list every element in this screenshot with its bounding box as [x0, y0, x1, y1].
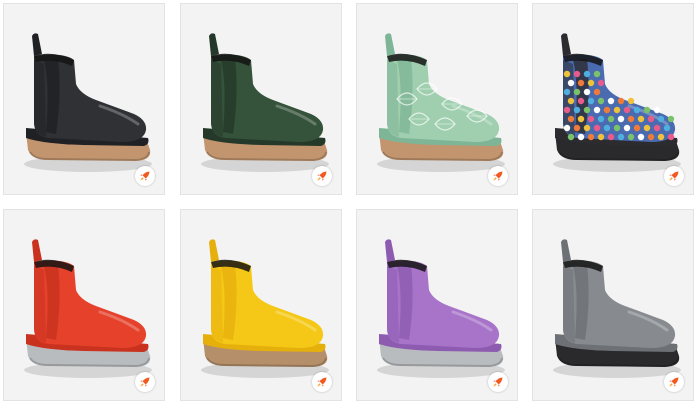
product-card-floral-boot[interactable]: [532, 3, 694, 195]
rocket-icon: [140, 171, 150, 181]
rocket-icon: [317, 377, 327, 387]
product-card-yellow-boot[interactable]: [180, 209, 342, 401]
rocket-badge[interactable]: [664, 166, 684, 186]
product-card-olive-boot[interactable]: [180, 3, 342, 195]
rocket-badge[interactable]: [135, 166, 155, 186]
product-card-gray-boot[interactable]: [532, 209, 694, 401]
rocket-badge[interactable]: [312, 372, 332, 392]
rocket-badge[interactable]: [664, 372, 684, 392]
rocket-icon: [669, 377, 679, 387]
rocket-icon: [317, 171, 327, 181]
product-card-red-boot[interactable]: [3, 209, 165, 401]
rocket-icon: [493, 377, 503, 387]
rocket-icon: [140, 377, 150, 387]
rocket-badge[interactable]: [488, 166, 508, 186]
product-grid: [0, 0, 700, 408]
rocket-badge[interactable]: [135, 372, 155, 392]
rocket-badge[interactable]: [488, 372, 508, 392]
product-card-mint-leaf-boot[interactable]: [356, 3, 518, 195]
rocket-icon: [669, 171, 679, 181]
rocket-icon: [493, 171, 503, 181]
product-card-black-boot[interactable]: [3, 3, 165, 195]
rocket-badge[interactable]: [312, 166, 332, 186]
product-card-purple-boot[interactable]: [356, 209, 518, 401]
